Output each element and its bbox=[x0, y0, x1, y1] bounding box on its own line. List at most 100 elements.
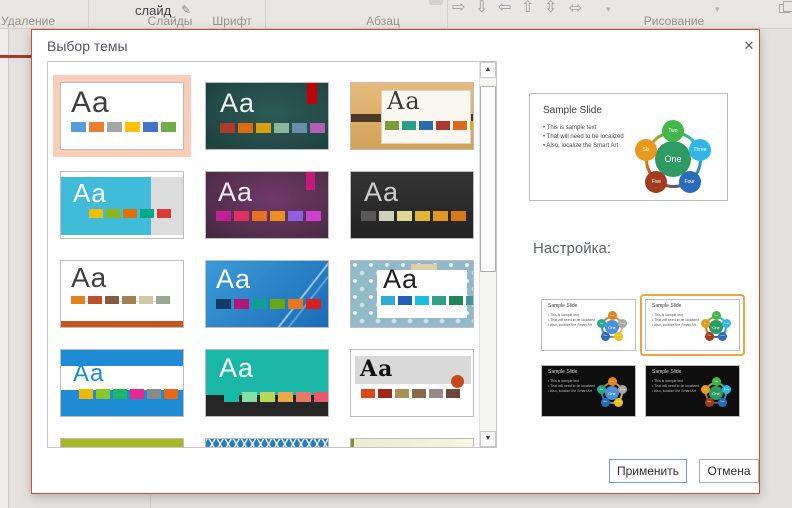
theme-thumbnail-charcoal[interactable]: Aa bbox=[343, 164, 481, 246]
theme-color-swatches bbox=[385, 121, 473, 139]
color-swatch bbox=[395, 389, 409, 398]
color-swatch bbox=[156, 296, 170, 304]
smartart-diagram: One Two Three Four Five Six bbox=[699, 376, 733, 410]
theme-thumbnail-cyan-gray[interactable]: Aa bbox=[53, 164, 191, 246]
color-swatch bbox=[310, 123, 325, 133]
color-swatch bbox=[260, 392, 275, 402]
smartart-node-two: Two bbox=[607, 311, 617, 321]
theme-thumbnail-pale-partial[interactable] bbox=[343, 431, 481, 447]
theme-thumbnail-newsprint[interactable]: Aa bbox=[343, 342, 481, 424]
theme-thumbnail-image: Aa bbox=[205, 260, 329, 328]
theme-aa-sample-text: Aa bbox=[387, 87, 421, 115]
left-block-arrow-icon[interactable]: ⇦ bbox=[498, 0, 511, 17]
color-swatch bbox=[252, 211, 267, 221]
right-block-arrow-icon[interactable]: ⇨ bbox=[452, 0, 465, 17]
color-swatch bbox=[433, 211, 448, 221]
scroll-up-icon[interactable]: ▲ bbox=[480, 62, 496, 78]
theme-thumbnail-teal-black[interactable]: Aa bbox=[198, 342, 336, 424]
theme-thumbnail-image bbox=[60, 438, 184, 447]
color-swatch bbox=[71, 122, 86, 132]
color-swatch bbox=[296, 392, 311, 402]
color-swatch bbox=[71, 296, 85, 304]
theme-color-swatches bbox=[220, 123, 328, 141]
variant-thumbnail-dark-green[interactable]: Sample Slide • This is sample text • That … bbox=[645, 365, 740, 417]
ribbon-group-label-drawing: Рисование bbox=[643, 14, 705, 28]
background-divider bbox=[150, 495, 151, 508]
color-swatch bbox=[361, 389, 375, 398]
theme-thumbnail-floral-blue[interactable]: Aa bbox=[343, 253, 481, 335]
color-swatch bbox=[419, 121, 433, 130]
smartart-node-three: Three bbox=[618, 385, 628, 395]
theme-thumbnail-image bbox=[205, 438, 329, 447]
theme-thumbnail-dark-teal[interactable]: Aa bbox=[198, 75, 336, 157]
color-swatch bbox=[164, 389, 178, 399]
scrollbar-track[interactable]: ▲ ▼ bbox=[479, 62, 496, 447]
smartart-node-three: Three bbox=[618, 319, 628, 329]
theme-color-swatches bbox=[216, 211, 324, 229]
theme-thumbnail-image: Aa bbox=[350, 349, 474, 417]
background-divider bbox=[8, 29, 9, 508]
cancel-button[interactable]: Отмена bbox=[699, 459, 759, 483]
theme-thumbnail-blue-slice[interactable]: Aa bbox=[198, 253, 336, 335]
theme-thumbnail-white-orange[interactable]: Aa bbox=[53, 253, 191, 335]
ribbon-divider bbox=[447, 0, 448, 28]
smartart-node-four: Four bbox=[614, 397, 624, 407]
theme-preview-slide: Sample Slide • This is sample text • That… bbox=[529, 93, 728, 201]
arrange-icon[interactable] bbox=[779, 1, 792, 13]
scrollbar-thumb[interactable] bbox=[480, 86, 496, 272]
color-swatch bbox=[415, 211, 430, 221]
theme-aa-sample-text: Aa bbox=[73, 360, 105, 387]
color-swatch bbox=[147, 389, 161, 399]
color-swatch bbox=[453, 121, 467, 130]
background-accent-line bbox=[0, 55, 31, 58]
color-swatch bbox=[242, 392, 257, 402]
theme-color-swatches bbox=[381, 296, 473, 314]
apply-button[interactable]: Применить bbox=[609, 459, 687, 483]
theme-aa-sample-text: Aa bbox=[216, 264, 252, 294]
theme-thumbnail-purple[interactable]: Aa bbox=[198, 164, 336, 246]
variant-thumbnail-dark-blue[interactable]: Sample Slide • This is sample text • That … bbox=[541, 365, 636, 417]
theme-aa-sample-text: Aa bbox=[219, 353, 255, 383]
color-swatch bbox=[402, 121, 416, 130]
color-swatch bbox=[432, 296, 446, 305]
theme-aa-sample-text: Aa bbox=[383, 264, 419, 294]
theme-thumbnail-image: Aa bbox=[205, 171, 329, 239]
color-swatch bbox=[449, 296, 463, 305]
up-down-block-arrow-icon[interactable]: ⇳ bbox=[544, 0, 557, 17]
color-swatch bbox=[220, 123, 235, 133]
chevron-down-icon[interactable]: ▾ bbox=[606, 4, 611, 15]
color-swatch bbox=[107, 122, 122, 132]
color-swatch bbox=[397, 211, 412, 221]
theme-color-swatches bbox=[79, 389, 181, 407]
theme-thumbnail-image: Aa bbox=[60, 349, 184, 417]
down-block-arrow-icon[interactable]: ⇩ bbox=[475, 0, 488, 17]
variant-thumbnail-light-blue[interactable]: Sample Slide • This is sample text • That … bbox=[541, 299, 636, 351]
theme-thumbnail-olive-partial[interactable] bbox=[53, 431, 191, 447]
color-swatch bbox=[123, 209, 137, 218]
left-right-block-arrow-icon[interactable]: ⇳ bbox=[565, 1, 583, 14]
smartart-node-three: Three bbox=[722, 385, 732, 395]
variant-slide-title: Sample Slide bbox=[548, 303, 578, 309]
scroll-down-icon[interactable]: ▼ bbox=[480, 431, 496, 447]
theme-thumbnail-blue-band[interactable]: Aa bbox=[53, 342, 191, 424]
theme-thumbnail-image: Aa bbox=[350, 171, 474, 239]
color-swatch bbox=[378, 389, 392, 398]
theme-aa-sample-text: Aa bbox=[220, 88, 256, 118]
color-swatch bbox=[105, 296, 119, 304]
close-icon[interactable]: ✕ bbox=[738, 36, 760, 56]
color-swatch bbox=[238, 123, 253, 133]
color-swatch bbox=[113, 389, 127, 399]
smartart-node-five: Five bbox=[645, 170, 668, 193]
theme-thumbnail-image bbox=[350, 438, 474, 447]
theme-color-swatches bbox=[224, 392, 328, 410]
color-swatch bbox=[157, 209, 171, 218]
theme-thumbnail-wood[interactable]: Aa bbox=[343, 75, 481, 157]
color-swatch bbox=[139, 296, 153, 304]
theme-color-swatches bbox=[71, 296, 173, 314]
theme-thumbnail-zigzag-partial[interactable] bbox=[198, 431, 336, 447]
theme-thumbnail-office[interactable]: Aa bbox=[53, 75, 191, 157]
smartart-node-four: Four bbox=[718, 397, 728, 407]
theme-color-swatches bbox=[216, 299, 324, 317]
chevron-down-icon[interactable]: ▾ bbox=[715, 4, 720, 15]
up-block-arrow-icon[interactable]: ⇧ bbox=[521, 0, 534, 17]
